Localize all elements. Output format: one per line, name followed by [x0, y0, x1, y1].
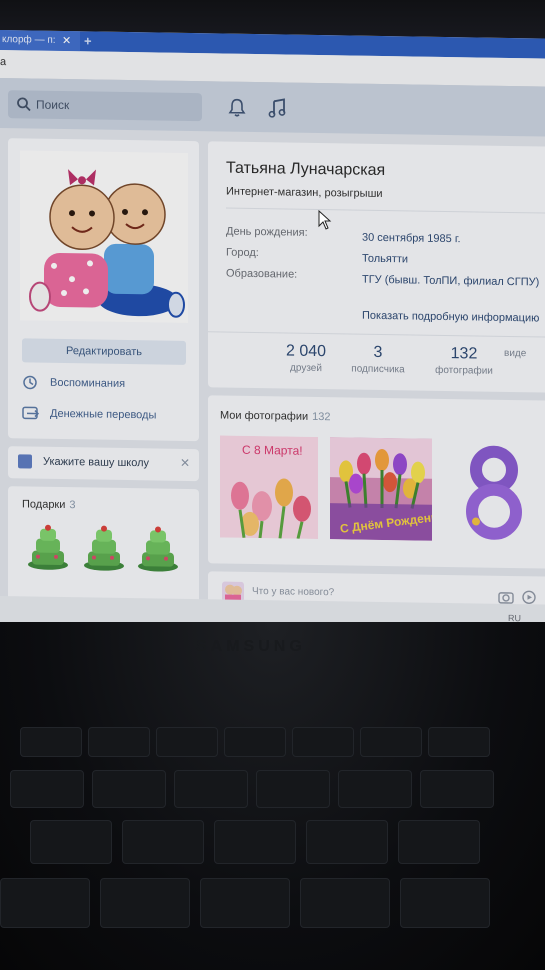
keyboard-key — [398, 820, 480, 864]
avatar[interactable] — [20, 150, 188, 323]
school-prompt-label: Укажите вашу школу — [43, 455, 150, 470]
gift-cake-icon[interactable] — [136, 524, 180, 573]
keyboard-key — [20, 727, 82, 757]
gift-cake-icon[interactable] — [26, 522, 70, 571]
education-value[interactable]: ТГУ (бывш. ТолПИ, филиал СГПУ) — [362, 274, 539, 289]
education-label: Образование: — [226, 267, 298, 281]
keyboard-key — [338, 770, 412, 808]
show-more-link[interactable]: Показать подробную информацию — [362, 310, 539, 325]
browser-tab[interactable]: клорф — п: ✕ — [0, 30, 80, 52]
memories-label: Воспоминания — [50, 376, 126, 390]
video-icon[interactable] — [522, 590, 536, 605]
search-input[interactable]: Поиск — [8, 90, 202, 122]
laptop-keyboard: SAMSUNG — [0, 622, 545, 970]
birthday-label: День рождения: — [226, 225, 308, 239]
photos-card: Мои фотографии 132 С 8 Марта! С Днём Рож… — [208, 395, 545, 569]
keyboard-key — [92, 770, 166, 808]
divider — [226, 207, 545, 214]
city-label: Город: — [226, 246, 259, 260]
school-prompt-card[interactable]: Укажите вашу школу ✕ — [8, 446, 199, 482]
stat-label: подписчика — [351, 363, 405, 376]
close-tab-icon[interactable]: ✕ — [62, 31, 71, 51]
site-header: Поиск — [0, 78, 545, 137]
keyboard-key — [30, 820, 112, 864]
divider — [208, 331, 545, 338]
gift-cake-icon[interactable] — [82, 523, 126, 572]
photos-title-label: Мои фотографии — [220, 409, 309, 423]
laptop-screen: клорф — п: ✕ + а Поиск Редактировать Вос… — [0, 30, 545, 631]
birthday-value[interactable]: 30 сентября 1985 г. — [362, 232, 461, 246]
keyboard-key — [360, 727, 422, 757]
avatar-card: Редактировать Воспоминания Денежные пере… — [8, 138, 199, 442]
photos-count: 132 — [312, 410, 331, 424]
city-value[interactable]: Тольятти — [362, 253, 408, 266]
money-transfer-icon — [22, 406, 40, 420]
keyboard-key — [400, 878, 490, 928]
stat-videos[interactable]: виде — [504, 346, 544, 360]
keyboard-key — [428, 727, 490, 757]
gifts-title-label: Подарки — [22, 498, 66, 512]
bell-icon[interactable] — [228, 98, 246, 118]
stat-count — [504, 346, 544, 347]
keyboard-key — [174, 770, 248, 808]
stat-count: 2 040 — [285, 342, 327, 361]
keyboard-key — [122, 820, 204, 864]
browser-tab-title: клорф — п: — [2, 34, 56, 46]
profile-info-card: Татьяна Луначарская Интернет-магазин, ро… — [208, 141, 545, 393]
address-text: а — [0, 56, 7, 69]
post-input[interactable]: Что у вас нового? — [252, 586, 334, 598]
stat-count: 132 — [450, 345, 478, 363]
new-tab-icon[interactable]: + — [84, 31, 92, 51]
stat-photos[interactable]: 132 фотографии — [424, 345, 504, 377]
laptop-brand-logo: SAMSUNG — [196, 638, 306, 655]
photo-thumbnail[interactable]: 8 — [444, 438, 544, 543]
profile-status: Интернет-магазин, розыгрыши — [226, 185, 383, 201]
search-icon — [17, 97, 31, 112]
music-icon[interactable] — [268, 97, 286, 119]
camera-icon[interactable] — [498, 590, 514, 604]
keyboard-key — [214, 820, 296, 864]
clock-history-icon — [23, 375, 37, 390]
keyboard-key — [306, 820, 388, 864]
keyboard-key — [156, 727, 218, 757]
edit-profile-button[interactable]: Редактировать — [22, 338, 186, 365]
keyboard-key — [0, 878, 90, 928]
photo-thumbnail[interactable]: С 8 Марта! — [220, 435, 318, 539]
keyboard-key — [300, 878, 390, 928]
photo-caption: С 8 Марта! — [242, 443, 303, 458]
money-transfers-label: Денежные переводы — [50, 407, 157, 422]
keyboard-key — [200, 878, 290, 928]
stat-count: 3 — [373, 343, 383, 362]
keyboard-key — [10, 770, 84, 808]
stat-label: друзей — [290, 362, 322, 375]
profile-name: Татьяна Луначарская — [226, 159, 386, 180]
mouse-cursor-icon — [318, 210, 332, 230]
keyboard-key — [88, 727, 150, 757]
keyboard-key — [224, 727, 286, 757]
keyboard-key — [100, 878, 190, 928]
keyboard-key — [420, 770, 494, 808]
stat-label: фотографии — [435, 364, 493, 377]
search-placeholder: Поиск — [36, 97, 70, 113]
keyboard-key — [256, 770, 330, 808]
stat-followers[interactable]: 3 подписчика — [338, 343, 418, 375]
photos-title[interactable]: Мои фотографии 132 — [220, 409, 331, 423]
close-icon[interactable]: ✕ — [180, 456, 190, 470]
photo-thumbnail[interactable]: С Днём Рождения! — [330, 437, 432, 541]
stat-label: виде — [504, 347, 527, 360]
gifts-title[interactable]: Подарки 3 — [22, 498, 76, 511]
stat-friends[interactable]: 2 040 друзей — [266, 342, 346, 374]
keyboard-key — [292, 727, 354, 757]
gifts-count: 3 — [69, 499, 76, 512]
school-icon — [18, 454, 32, 469]
